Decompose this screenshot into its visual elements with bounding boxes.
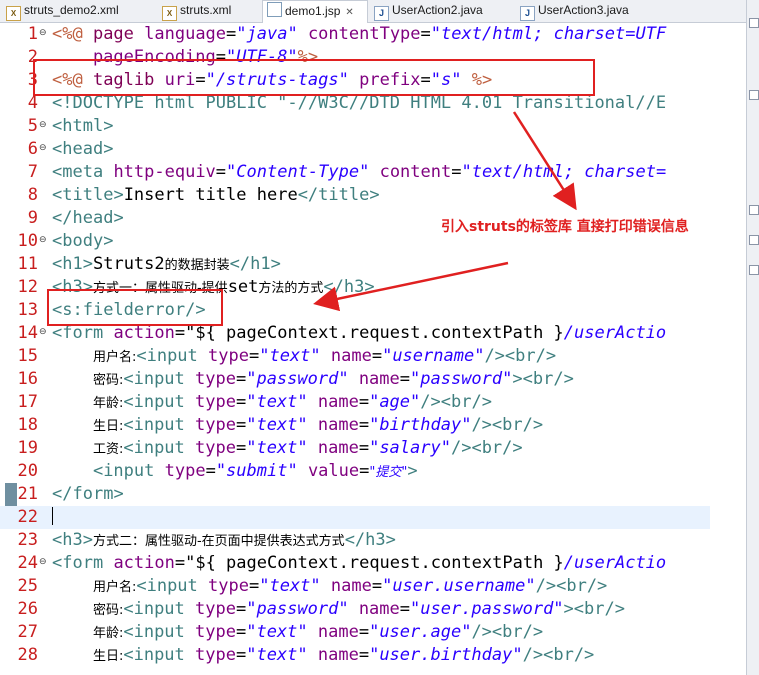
annotation-arrows <box>313 111 577 312</box>
arrow-to-fielderror <box>313 261 509 312</box>
annotation-text: 引入struts的标签库 直接打印错误信息 <box>441 219 689 235</box>
arrow-to-annotation <box>512 111 577 211</box>
